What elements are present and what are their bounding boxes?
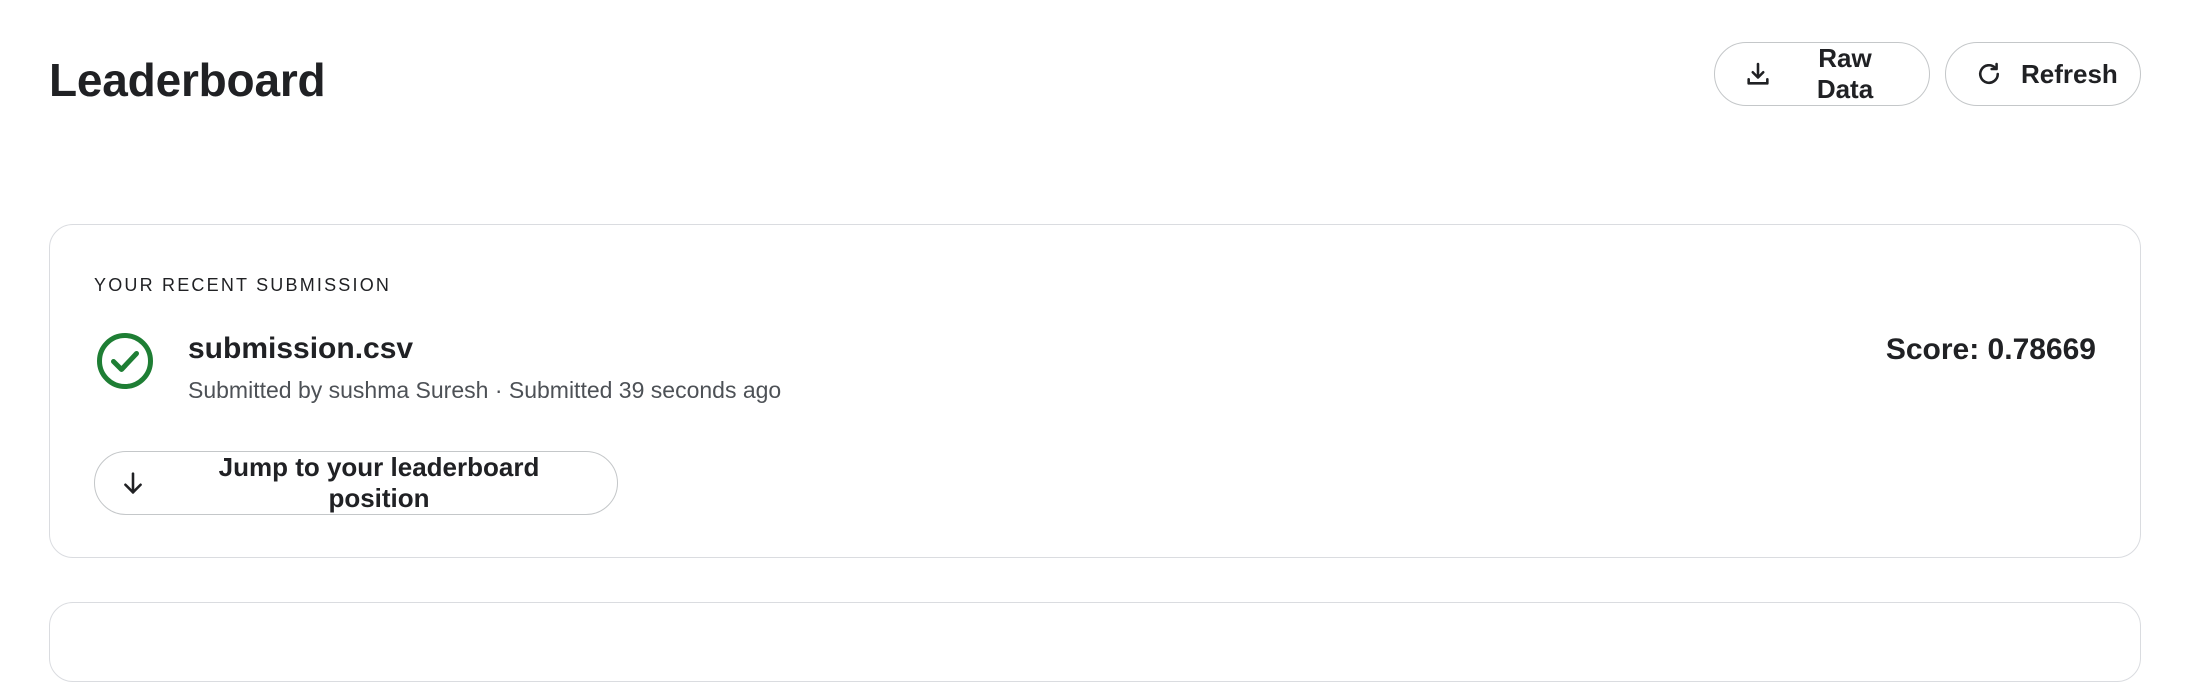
leaderboard-card [49,602,2141,682]
jump-label: Jump to your leaderboard position [218,452,540,513]
jump-to-position-button[interactable]: Jump to your leaderboard position [94,451,618,515]
download-icon [1744,60,1772,88]
refresh-icon [1975,60,2003,88]
page-title: Leaderboard [49,54,326,106]
refresh-label: Refresh [2021,58,2118,89]
check-circle-icon [96,332,154,390]
section-label: YOUR RECENT SUBMISSION [94,275,392,295]
submission-meta: Submitted by sushma Suresh · Submitted 3… [188,377,782,403]
raw-data-button[interactable]: Raw Data [1714,42,1930,106]
raw-data-label: Raw Data [1816,43,1874,104]
refresh-button[interactable]: Refresh [1945,42,2141,106]
arrow-down-icon [119,469,147,497]
submission-score: Score: 0.78669 [1885,333,2096,366]
header-actions: Raw Data Refresh [1714,42,2141,106]
recent-submission-card: YOUR RECENT SUBMISSION submission.csv Su… [49,224,2141,558]
submission-file-name[interactable]: submission.csv [188,330,413,368]
